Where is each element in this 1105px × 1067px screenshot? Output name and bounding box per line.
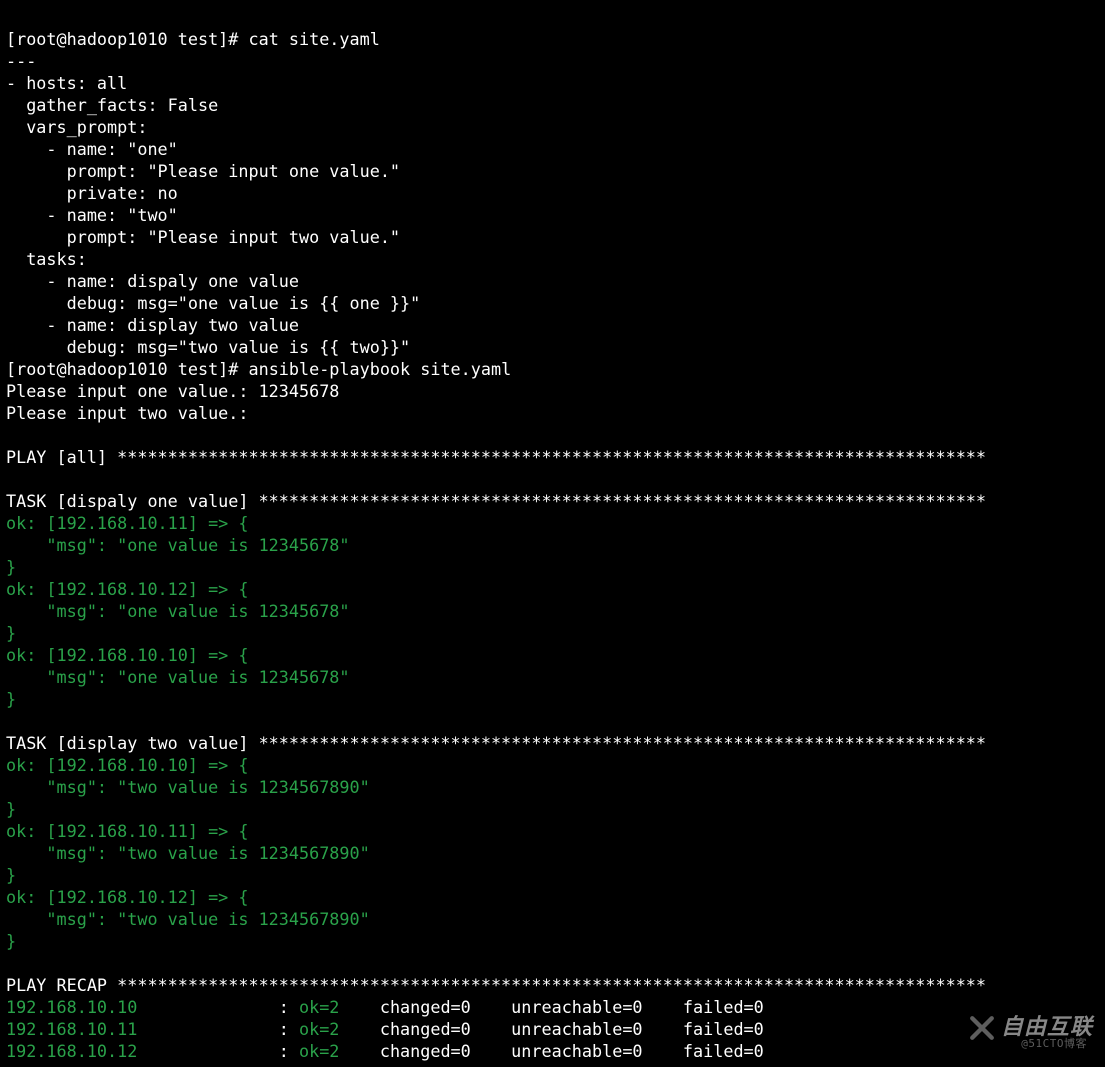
terminal[interactable]: [root@hadoop1010 test]# cat site.yaml --… (0, 0, 1105, 1067)
play-header: PLAY [all] *****************************… (6, 447, 986, 467)
task-result: "msg": "two value is 1234567890" (6, 843, 370, 863)
task-result: "msg": "one value is 12345678" (6, 667, 350, 687)
prompt: [root@hadoop1010 test]# (6, 29, 248, 49)
yaml-line: - name: "one" (6, 139, 178, 159)
task-result: "msg": "one value is 12345678" (6, 601, 350, 621)
task-header: TASK [display two value] ***************… (6, 733, 986, 753)
yaml-line: - name: dispaly one value (6, 271, 299, 291)
recap-rest: changed=0 unreachable=0 failed=0 (370, 997, 794, 1017)
task-result: } (6, 799, 16, 819)
recap-rest: changed=0 unreachable=0 failed=0 (370, 1041, 794, 1061)
task-result: } (6, 623, 16, 643)
yaml-line: --- (6, 51, 36, 71)
recap-colon: : (269, 1019, 299, 1039)
input-prompt: Please input one value.: 12345678 (6, 381, 339, 401)
recap-host: 192.168.10.12 (6, 1041, 269, 1061)
yaml-line: - hosts: all (6, 73, 127, 93)
recap-host: 192.168.10.11 (6, 1019, 269, 1039)
task-result: ok: [192.168.10.12] => { (6, 887, 248, 907)
task-result: ok: [192.168.10.10] => { (6, 755, 248, 775)
task-header: TASK [dispaly one value] ***************… (6, 491, 986, 511)
recap-ok: ok=2 (299, 997, 370, 1017)
yaml-line: prompt: "Please input two value." (6, 227, 400, 247)
task-result: "msg": "two value is 1234567890" (6, 909, 370, 929)
command: ansible-playbook site.yaml (248, 359, 511, 379)
task-result: ok: [192.168.10.11] => { (6, 821, 248, 841)
watermark-sub: @51CTO博客 (1021, 1033, 1087, 1055)
yaml-line: private: no (6, 183, 178, 203)
task-result: } (6, 931, 16, 951)
recap-ok: ok=2 (299, 1041, 370, 1061)
task-result: } (6, 557, 16, 577)
task-result: "msg": "one value is 12345678" (6, 535, 350, 555)
yaml-line: debug: msg="two value is {{ two}}" (6, 337, 410, 357)
input-prompt: Please input two value.: (6, 403, 259, 423)
recap-ok: ok=2 (299, 1019, 370, 1039)
yaml-line: vars_prompt: (6, 117, 147, 137)
task-result: } (6, 689, 16, 709)
task-result: "msg": "two value is 1234567890" (6, 777, 370, 797)
recap-colon: : (269, 997, 299, 1017)
recap-rest: changed=0 unreachable=0 failed=0 (370, 1019, 794, 1039)
command: cat site.yaml (248, 29, 379, 49)
yaml-line: prompt: "Please input one value." (6, 161, 400, 181)
task-result: ok: [192.168.10.11] => { (6, 513, 248, 533)
recap-colon: : (269, 1041, 299, 1061)
task-result: ok: [192.168.10.10] => { (6, 645, 248, 665)
yaml-line: gather_facts: False (6, 95, 218, 115)
yaml-line: tasks: (6, 249, 87, 269)
prompt: [root@hadoop1010 test]# (6, 359, 248, 379)
yaml-line: debug: msg="one value is {{ one }}" (6, 293, 420, 313)
recap-host: 192.168.10.10 (6, 997, 269, 1017)
task-result: } (6, 865, 16, 885)
recap-header: PLAY RECAP *****************************… (6, 975, 986, 995)
task-result: ok: [192.168.10.12] => { (6, 579, 248, 599)
watermark-x-icon (969, 1015, 995, 1041)
yaml-line: - name: "two" (6, 205, 178, 225)
yaml-line: - name: display two value (6, 315, 299, 335)
